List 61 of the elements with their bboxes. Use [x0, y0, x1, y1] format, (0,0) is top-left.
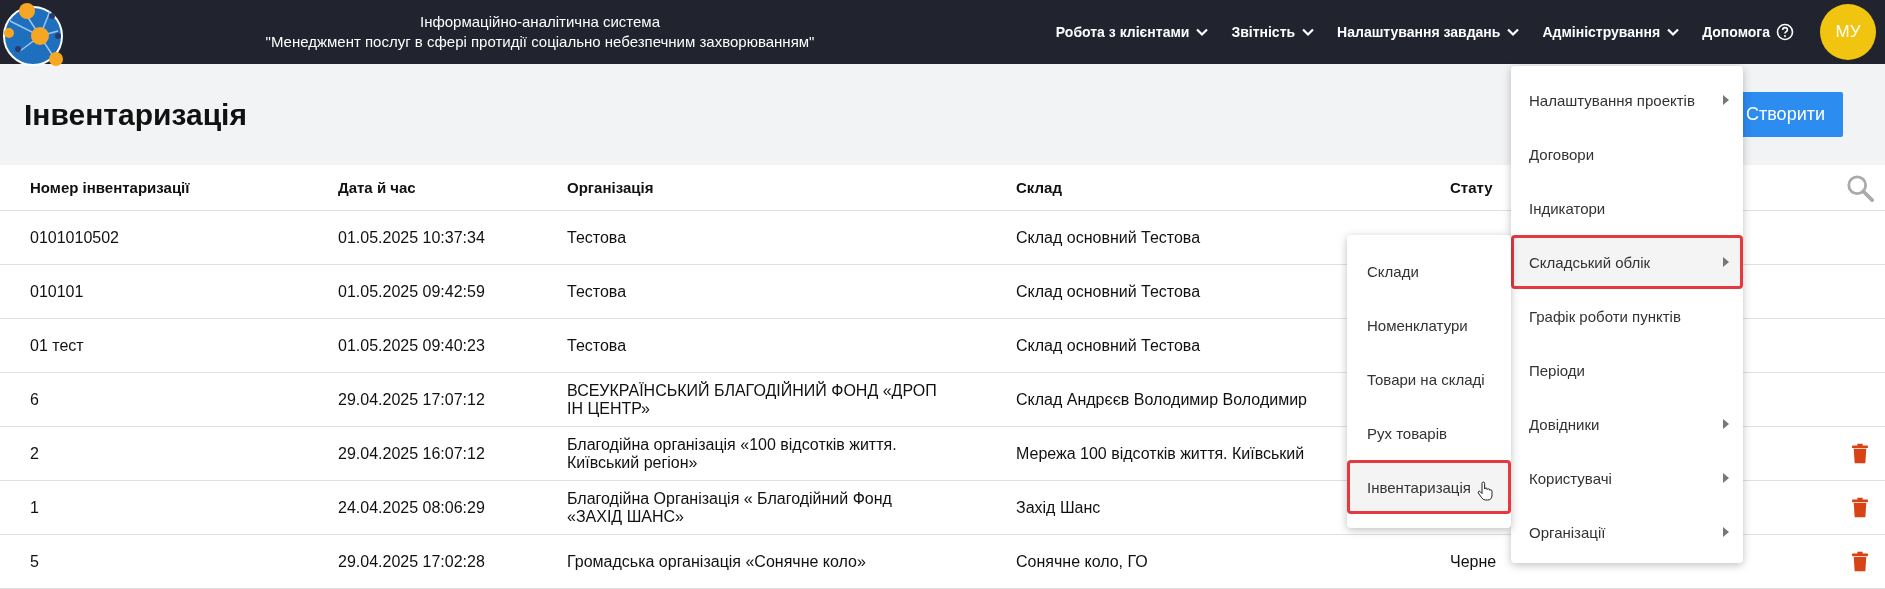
nav-menu[interactable]: Звітність	[1231, 24, 1316, 40]
table-cell-text: Громадська організація «Сонячне коло»	[567, 552, 867, 571]
nav-menu[interactable]: Адміністрування	[1542, 24, 1681, 40]
table-cell-text: 5	[30, 552, 40, 571]
menu-item[interactable]: Номенклатури	[1347, 298, 1511, 352]
table-cell-text: 29.04.2025 17:07:12	[338, 390, 486, 409]
table-cell-text: Сонячне коло, ГО	[1016, 552, 1149, 571]
table-cell-text: Благодійна організація «100 відсотків життя. Київський регіон»	[567, 435, 898, 472]
table-cell-text: 01.05.2025 09:42:59	[338, 282, 486, 301]
column-header: Дата й час	[338, 179, 417, 196]
table-cell-text: 24.04.2025 08:06:29	[338, 498, 486, 517]
table-cell-text: Тестова	[567, 282, 628, 301]
column-header: Склад	[1016, 179, 1063, 196]
column-header: Організація	[567, 179, 655, 196]
table-cell-text: Захід Шанс	[1016, 498, 1102, 517]
menu-item[interactable]: Склади	[1347, 244, 1511, 298]
menu-item[interactable]: Періоди	[1511, 343, 1743, 397]
table-cell-text: 0101010502	[30, 228, 120, 247]
menu-item[interactable]: Графік роботи пунктів	[1511, 289, 1743, 343]
table-cell-text: 6	[30, 390, 40, 409]
menu-item[interactable]: Товари на складі	[1347, 352, 1511, 406]
table-cell-text: 29.04.2025 17:02:28	[338, 552, 486, 571]
table-cell-text: Склад Андрєєв Володимир Володимир	[1016, 390, 1308, 409]
menu-item[interactable]: Довідники	[1511, 397, 1743, 451]
trash-icon[interactable]	[1852, 551, 1868, 572]
menu-item[interactable]: Користувачі	[1511, 451, 1743, 505]
table-cell-text: 01.05.2025 10:37:34	[338, 228, 486, 247]
table-cell-text: Тестова	[567, 228, 628, 247]
table-cell-text: 1	[30, 498, 40, 517]
pointer-hand-icon	[1476, 481, 1493, 501]
column-header: Стату	[1450, 179, 1494, 196]
table-cell-text: Склад основний Тестова	[1016, 282, 1202, 301]
table-cell-text: 010101	[30, 282, 85, 301]
table-cell-text: 01.05.2025 09:40:23	[338, 336, 486, 355]
table-cell-text: 29.04.2025 16:07:12	[338, 444, 486, 463]
trash-icon[interactable]	[1852, 443, 1868, 464]
menu-item[interactable]: Інвентаризація	[1347, 460, 1511, 514]
table-cell-text: Склад основний Тестова	[1016, 336, 1202, 355]
table-cell-text: Мережа 100 відсотків життя. Київський	[1016, 444, 1306, 463]
table-cell-text: Тестова	[567, 336, 628, 355]
trash-icon[interactable]	[1852, 497, 1868, 518]
system-title: Інформаційно-аналітична система	[418, 12, 661, 32]
table-cell-text: 2	[30, 444, 40, 463]
nav-menu[interactable]: Робота з клієнтами	[1055, 24, 1210, 40]
help-icon	[1776, 23, 1794, 41]
table-cell-text: 01 тест	[30, 336, 85, 355]
nav-menu[interactable]: Налаштування завдань	[1337, 24, 1521, 40]
menu-item[interactable]: Рух товарів	[1347, 406, 1511, 460]
table-cell-text: Черне	[1450, 552, 1498, 571]
table-cell-text: Склад основний Тестова	[1016, 228, 1202, 247]
page-title: Інвентаризація	[24, 97, 247, 132]
menu-item[interactable]: Індикатори	[1511, 181, 1743, 235]
system-title: "Менеджмент послуг в сфері протидії соціально небезпечним захворюванням"	[264, 32, 816, 52]
help-link[interactable]: Допомога	[1702, 23, 1794, 41]
menu-item[interactable]: Організації	[1511, 505, 1743, 559]
column-header: Номер інвентаризації	[30, 179, 191, 196]
table-cell-text: Благодійна Організація « Благодійний Фонд «ЗАХІД ШАНС»	[567, 489, 893, 526]
search-icon[interactable]	[1846, 173, 1874, 202]
table-cell-text: ВСЕУКРАЇНСЬКИЙ БЛАГОДІЙНИЙ ФОНД «ДРОП ІН ЦЕНТР»	[567, 381, 938, 418]
logo-icon	[0, 1, 66, 67]
menu-item[interactable]: Складський облік	[1511, 235, 1743, 289]
